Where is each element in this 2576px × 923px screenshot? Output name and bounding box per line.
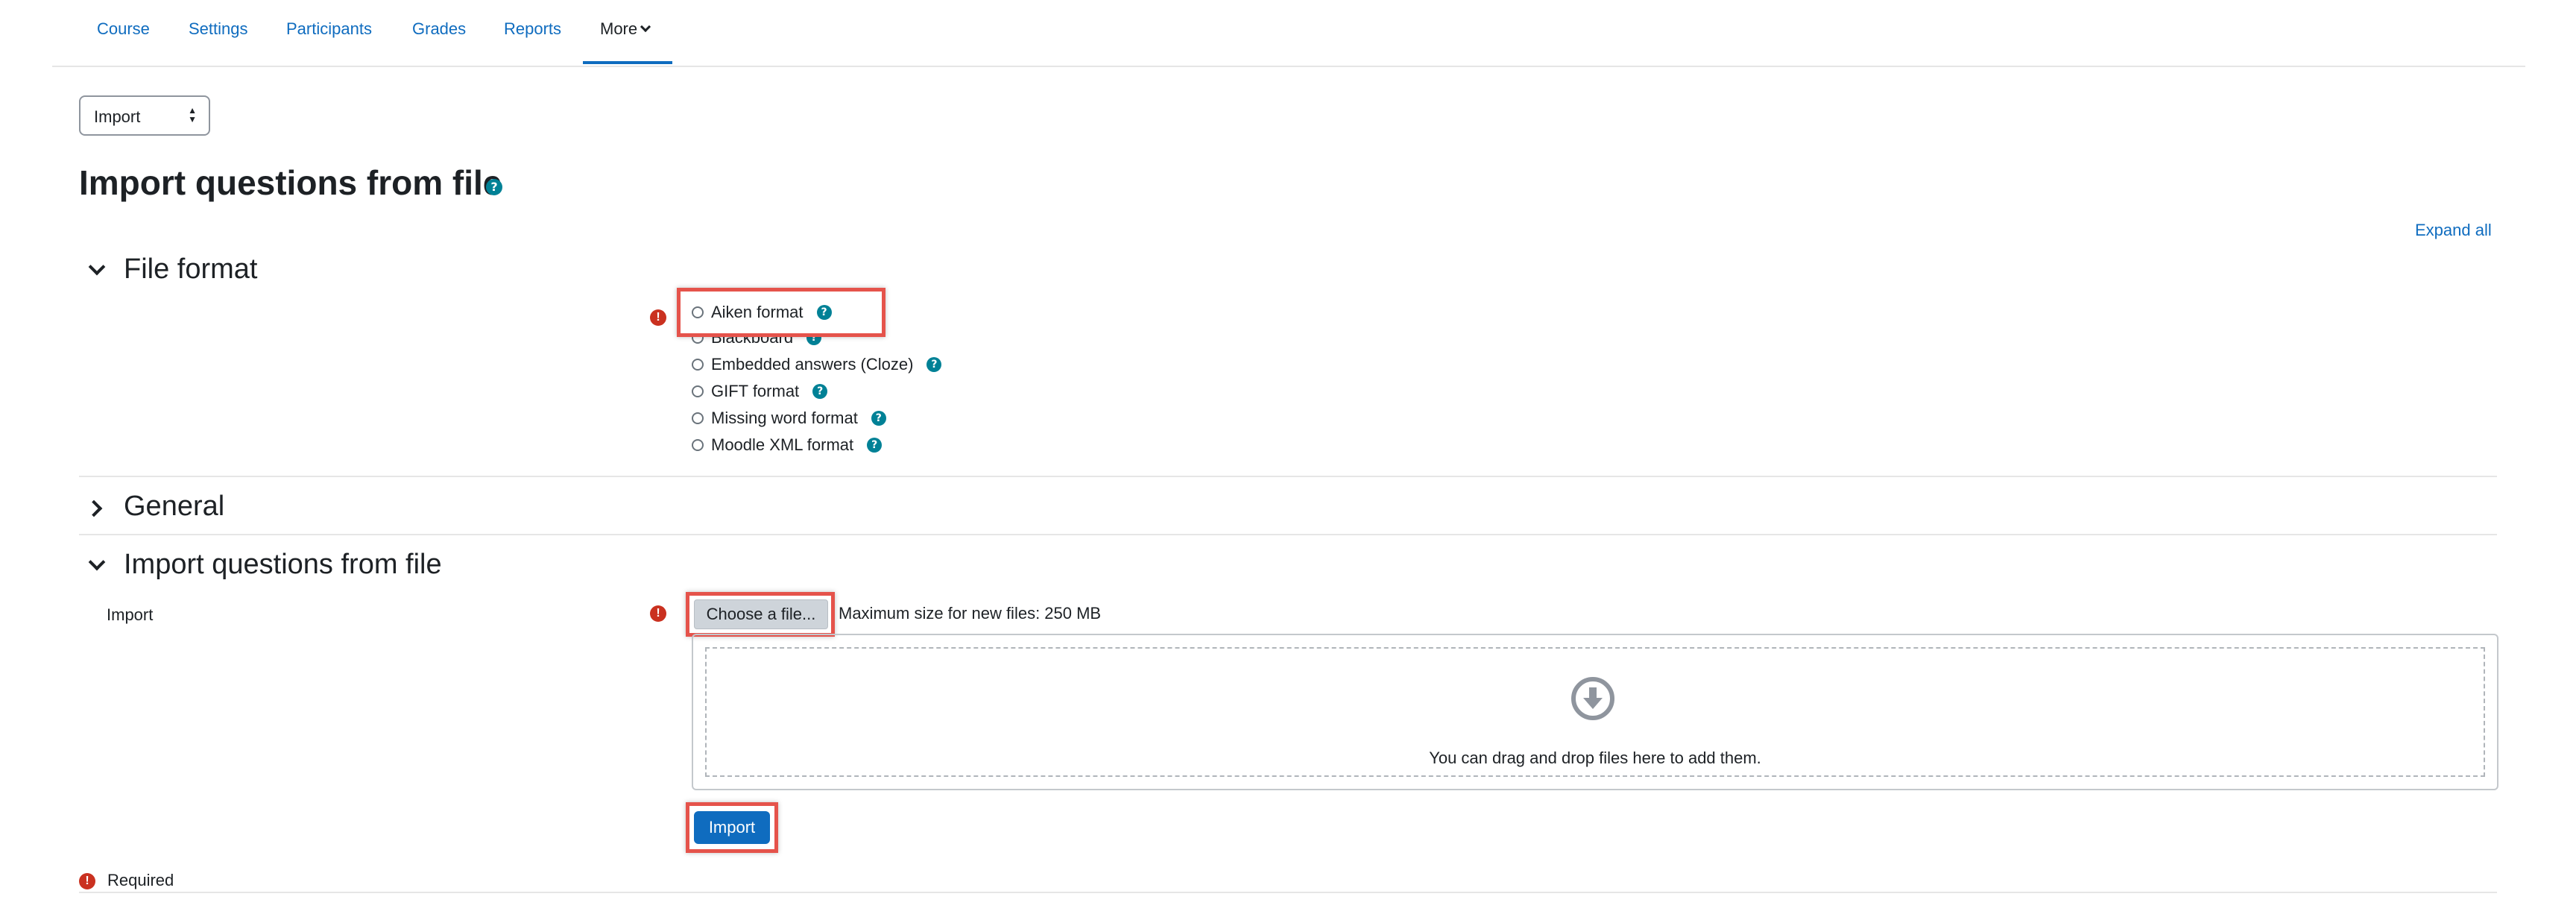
nav-course[interactable]: Course [97, 19, 150, 39]
radio-moodle-xml[interactable]: Moodle XML format ? [692, 435, 883, 455]
highlight-aiken: Aiken format ? [677, 288, 886, 337]
required-icon: ! [650, 605, 666, 622]
section-general-header[interactable]: General [83, 491, 224, 523]
section-file-format-header[interactable]: File format [83, 253, 257, 286]
page-title: Import questions from file [79, 163, 502, 202]
required-text: Required [107, 871, 174, 889]
radio-button[interactable] [692, 412, 704, 424]
nav-more-label: More [600, 19, 638, 38]
section-import-header[interactable]: Import questions from file [83, 549, 442, 581]
select-arrows-icon: ▲ ▼ [188, 105, 197, 125]
chevron-down-icon [640, 21, 651, 33]
nav-settings[interactable]: Settings [189, 19, 248, 39]
nav-grades[interactable]: Grades [412, 19, 466, 39]
chevron-down-icon [83, 259, 113, 282]
highlight-import-button [686, 802, 778, 853]
expand-all-link[interactable]: Expand all [2415, 221, 2492, 240]
radio-label: Embedded answers (Cloze) [711, 355, 914, 374]
radio-cloze[interactable]: Embedded answers (Cloze) ? [692, 355, 942, 374]
max-size-text: Maximum size for new files: 250 MB [839, 604, 1102, 623]
nav-participants[interactable]: Participants [286, 19, 372, 39]
nav-active-indicator [583, 61, 672, 64]
secondary-navigation: Course Settings Participants Grades Repo… [52, 0, 2525, 67]
radio-missing-word[interactable]: Missing word format ? [692, 409, 886, 428]
question-circle-icon[interactable]: ? [926, 357, 942, 372]
nav-more[interactable]: More [600, 19, 651, 39]
section-import-title: Import questions from file [124, 549, 442, 580]
radio-button[interactable] [692, 439, 704, 451]
question-circle-icon[interactable]: ? [867, 438, 883, 453]
question-circle-icon[interactable]: ? [871, 411, 886, 426]
radio-gift[interactable]: GIFT format ? [692, 382, 828, 401]
radio-aiken-highlighted[interactable]: Aiken format ? [692, 303, 832, 322]
question-circle-icon[interactable]: ? [486, 179, 502, 195]
required-icon: ! [79, 873, 95, 890]
question-circle-icon[interactable]: ? [812, 384, 828, 399]
file-drop-zone[interactable]: You can drag and drop files here to add … [705, 647, 2485, 777]
radio-label: Aiken format [711, 303, 804, 321]
chevron-down-icon [83, 555, 113, 577]
radio-button[interactable] [692, 385, 704, 397]
question-circle-icon[interactable]: ? [816, 305, 832, 320]
required-icon: ! [650, 309, 666, 326]
radio-button[interactable] [692, 359, 704, 371]
action-select-value: Import [94, 107, 141, 126]
drop-instructions: You can drag and drop files here to add … [1429, 749, 1761, 767]
divider [79, 476, 2497, 477]
section-general-title: General [124, 491, 225, 522]
nav-reports[interactable]: Reports [504, 19, 561, 39]
chevron-right-icon [83, 497, 113, 519]
file-drop-area[interactable]: You can drag and drop files here to add … [692, 634, 2498, 790]
radio-label: Missing word format [711, 409, 858, 427]
action-select[interactable]: Import ▲ ▼ [79, 95, 210, 136]
import-field-label: Import [107, 605, 154, 624]
highlight-choose-file [686, 592, 835, 637]
radio-button[interactable] [692, 306, 704, 318]
required-legend: ! Required [79, 871, 174, 890]
divider [79, 892, 2497, 893]
radio-label: GIFT format [711, 382, 800, 400]
divider [79, 534, 2497, 535]
page: Course Settings Participants Grades Repo… [0, 0, 2576, 923]
radio-label: Moodle XML format [711, 435, 854, 454]
section-file-format-title: File format [124, 253, 258, 285]
download-arrow-icon [1571, 677, 1614, 720]
